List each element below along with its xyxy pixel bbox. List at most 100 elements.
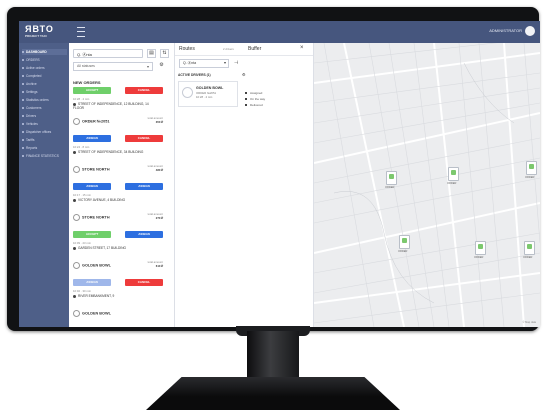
gear-icon[interactable]: ⚙ [157,62,166,71]
driver-card[interactable]: GOLDEN BOWL ORDER №2051 10:28 · 4 min [178,81,238,107]
order-address-text: VICTORY AVENUE, 4 BUILDING [78,198,126,202]
sidebar-item-label: DASHBOARD [26,50,47,54]
order-store-name: ORDER №2051 [82,119,110,124]
add-route-icon[interactable]: ⊣ [234,60,238,66]
sidebar-item[interactable]: Statistics orders [22,97,67,103]
sidebar-item-label: Active orders [26,66,45,70]
order-store: ORDER №2051 [73,118,109,125]
order-card[interactable]: ASSIGN CANCEL 10:02 · 30 min RIVER EMBANKME… [73,279,163,325]
orders-section-title: NEW ORDERS [73,80,101,85]
sidebar-item[interactable]: Vehicles [22,121,67,127]
map-marker-icon[interactable] [399,235,410,249]
order-address: STREET OF INDEPENDENCE, 12 BUILDING, 14 … [73,102,157,110]
sidebar-item[interactable]: Settings [22,89,67,95]
status-select[interactable]: All statuses ▾ [73,62,153,71]
driver-search-input[interactable]: Q. Ⓐnta [179,59,229,68]
order-address: RIVER EMBANKMENT, 9 [73,294,157,298]
drivers-count-icon[interactable]: ⚙ [242,72,246,77]
order-store: GOLDEN BOWL [73,310,111,317]
order-secondary-button[interactable]: CANCEL [125,87,163,94]
order-address: STREET OF INDEPENDENCE, 34 BUILDING [73,150,157,154]
order-secondary-button[interactable]: CANCEL [125,279,163,286]
close-icon[interactable]: × [300,45,304,51]
sidebar-item[interactable]: Active orders [22,65,67,71]
sidebar-item-label: Archive [26,82,37,86]
order-card[interactable]: ACCEPT CANCEL 10:28 · 4 min STREET OF INDEP… [73,87,163,133]
store-logo-icon [73,310,80,317]
order-search-input[interactable]: Q. Ⓐnta [73,49,143,58]
sidebar-item[interactable]: Completed [22,73,67,79]
order-primary-button[interactable]: ACCEPT [73,87,111,94]
user-name[interactable]: ADMINISTRATOR [489,28,522,33]
legend-label: Delivered [250,103,263,107]
map-marker-icon[interactable] [448,167,459,181]
order-meta-value: 350 ₽ [155,120,163,124]
legend-dot-icon [245,98,247,101]
order-address: GARDEN STREET, 17 BUILDING [73,246,157,250]
chevron-down-icon[interactable]: ▾ [224,60,226,65]
sidebar-item[interactable]: FINANCE STATISTICS [22,153,67,159]
sidebar-item-icon [22,99,24,102]
map[interactable]: ORDER ORDER ORDER ORDER ORDER ORDER © Map dat… [314,43,540,327]
location-pin-icon [73,198,76,202]
top-bar: ЯВТО PROJECT TAXI ADMINISTRATOR [19,21,540,43]
map-marker-label: ORDER [525,176,535,179]
sidebar-item-label: Settings [26,90,38,94]
sidebar-item-label: Dispatcher offices [26,130,52,134]
hamburger-menu-icon[interactable] [77,27,85,37]
order-card[interactable]: ASSIGN CANCEL 10:24 · 8 min STREET OF INDEP… [73,135,163,181]
sidebar-item-label: ORDERS [26,58,40,62]
order-time: 10:09 · 23 min [73,241,91,245]
avatar[interactable] [525,26,535,36]
sort-icon[interactable]: ⇅ [160,49,169,58]
sidebar-item[interactable]: Dispatcher offices [22,129,67,135]
tab-routes[interactable]: Routes [179,46,195,52]
monitor-stand-base [146,377,400,410]
store-logo-icon [73,166,80,173]
order-meta: total amount 610 ₽ [148,260,163,268]
tab-buffer[interactable]: Buffer [248,46,261,52]
filter-icon[interactable]: ▤ [147,49,156,58]
order-card[interactable]: ACCEPT ASSIGN 10:09 · 23 min GARDEN STREET,… [73,231,163,277]
map-marker-icon[interactable] [386,171,397,185]
sidebar-item-label: Drivers [26,114,37,118]
order-secondary-button[interactable]: ASSIGN [125,183,163,190]
order-primary-button[interactable]: ASSIGN [73,135,111,142]
map-marker-icon[interactable] [524,241,535,255]
map-credit: © Map data [522,321,536,324]
sidebar-item[interactable]: Archive [22,81,67,87]
sidebar-item[interactable]: Reports [22,145,67,151]
order-secondary-button[interactable]: CANCEL [125,135,163,142]
legend-dot-icon [245,104,247,107]
sidebar-item[interactable]: Tariffs [22,137,67,143]
map-marker-icon[interactable] [526,161,537,175]
order-primary-button[interactable]: ASSIGN [73,183,111,190]
sidebar-item[interactable]: Drivers [22,113,67,119]
sidebar: DASHBOARD ORDERS Active orders Completed Arc… [19,43,69,327]
order-time: 10:17 · 15 min [73,193,91,197]
orders-panel: Q. Ⓐnta ▤ ⇅ All statuses ▾ ⚙ NEW ORDERS A… [69,43,175,327]
sidebar-item-label: Tariffs [26,138,35,142]
order-address: VICTORY AVENUE, 4 BUILDING [73,198,157,202]
driver-avatar [182,87,193,98]
order-meta-value: 480 ₽ [155,168,163,172]
sidebar-item-icon [22,147,24,150]
sidebar-item[interactable]: ORDERS [22,57,67,63]
order-store: STORE NORTH [73,214,110,221]
monitor-stand-neck [247,331,299,381]
order-primary-button[interactable]: ACCEPT [73,231,111,238]
sidebar-item[interactable]: DASHBOARD [22,49,67,55]
map-marker-icon[interactable] [475,241,486,255]
sidebar-item[interactable]: Customers [22,105,67,111]
sidebar-item-icon [22,91,24,94]
location-pin-icon [73,150,76,154]
sidebar-item-icon [22,123,24,126]
order-card[interactable]: ASSIGN ASSIGN 10:17 · 15 min VICTORY AVENUE… [73,183,163,229]
order-meta: total amount 480 ₽ [148,164,163,172]
sidebar-item-icon [22,59,24,62]
sidebar-item-label: Vehicles [26,122,38,126]
order-primary-button[interactable]: ASSIGN [73,279,111,286]
order-secondary-button[interactable]: ASSIGN [125,231,163,238]
order-meta-value: 270 ₽ [155,216,163,220]
order-address-text: STREET OF INDEPENDENCE, 12 BUILDING, 14 … [73,102,149,110]
